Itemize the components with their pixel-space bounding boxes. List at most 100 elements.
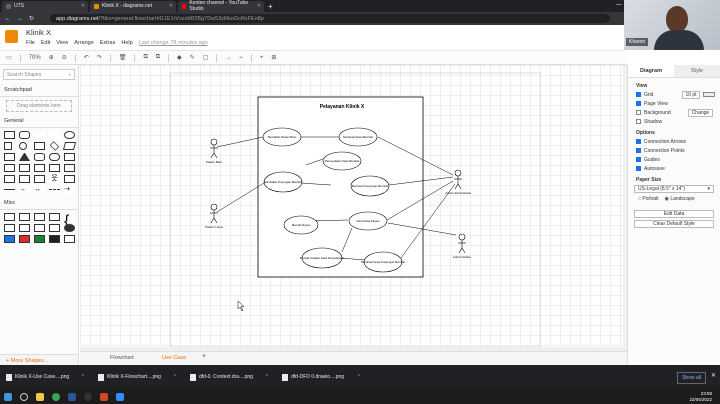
diagram-title[interactable]: Klinik X: [26, 28, 51, 37]
connection-points-checkbox[interactable]: [636, 148, 641, 153]
zoom-in-icon[interactable]: ⊕: [49, 54, 54, 61]
callout-shape[interactable]: [34, 175, 45, 183]
paper-size-select[interactable]: US-Legal (8.5" x 14") ▾: [634, 185, 714, 193]
close-icon[interactable]: ✕: [169, 3, 173, 9]
search-shapes-input[interactable]: Search Shapes ⌕: [3, 69, 75, 80]
shadow-option[interactable]: Shadow: [636, 118, 720, 125]
page-view-checkbox[interactable]: [636, 101, 641, 106]
zoom-out-icon[interactable]: ⊖: [62, 54, 67, 61]
landscape-option[interactable]: ◉ Landscape: [665, 196, 695, 202]
textbox-shape[interactable]: [49, 131, 60, 139]
diagram-canvas[interactable]: Pelayanan Klinik X Pasien Baru Pasien La…: [80, 65, 627, 351]
edit-data-button[interactable]: Edit Data: [634, 210, 714, 218]
connection-icon[interactable]: →: [225, 55, 231, 61]
close-icon[interactable]: ✕: [257, 3, 261, 9]
tab-style[interactable]: Style: [674, 65, 720, 77]
page-view-option[interactable]: Page View: [636, 100, 720, 107]
grid-size-input[interactable]: 10 pt: [682, 90, 700, 99]
tape-shape[interactable]: [64, 164, 75, 172]
link-shape[interactable]: [4, 224, 15, 232]
menu-help[interactable]: Help: [121, 40, 132, 46]
rectangle-shape[interactable]: [4, 131, 15, 139]
shadow-icon[interactable]: ▢: [203, 54, 209, 61]
scratchpad-header[interactable]: Scratchpad: [0, 84, 78, 97]
cloud-shape[interactable]: [49, 153, 60, 161]
cylinder-shape[interactable]: [34, 153, 45, 161]
usecase-membuat-kunjungan-berobat[interactable]: Membuat Kunjungan Berobat: [350, 175, 390, 197]
actor-shape[interactable]: 웃: [49, 175, 60, 183]
dotted-arrow-shape[interactable]: ⇢: [64, 186, 75, 194]
arrow-shape[interactable]: →: [19, 186, 30, 194]
bidirectional-arrow-shape[interactable]: ↔: [34, 186, 45, 194]
waypoints-icon[interactable]: ⌐: [239, 55, 243, 61]
last-change-link[interactable]: Last change 78 minutes ago: [139, 40, 208, 46]
dashed-line-shape[interactable]: [49, 186, 60, 190]
to-front-icon[interactable]: ⧉: [143, 54, 147, 61]
internal-storage-shape[interactable]: [4, 164, 15, 172]
usecase-mendaftar-pasien-baru[interactable]: Mendaftar Pasien Baru: [262, 127, 302, 147]
chrome-icon[interactable]: [52, 392, 60, 401]
grid-shape[interactable]: [19, 213, 30, 221]
clear-default-style-button[interactable]: Clear Default Style: [634, 220, 714, 228]
menu-view[interactable]: View: [56, 40, 68, 46]
actor-pasien-lama[interactable]: Pasien Lama: [205, 203, 223, 229]
page-tab-flowchart[interactable]: Flowchart: [110, 355, 134, 361]
general-header[interactable]: General: [0, 115, 78, 128]
hexagon-shape[interactable]: [4, 153, 15, 161]
page-tab-use-case[interactable]: Use Case: [162, 355, 186, 361]
guides-option[interactable]: Guides: [636, 156, 720, 163]
zoom-select[interactable]: 70%: [29, 55, 41, 61]
insert-icon[interactable]: +: [260, 55, 264, 61]
process-shape[interactable]: [34, 142, 45, 150]
autosave-checkbox[interactable]: [636, 166, 641, 171]
system-clock[interactable]: 23:59 22/05/2022: [689, 391, 712, 403]
ellipse-filled-shape[interactable]: [64, 224, 75, 232]
forward-icon[interactable]: →: [17, 16, 23, 22]
diamond-shape[interactable]: [49, 141, 60, 151]
tab-diagram[interactable]: Diagram: [628, 65, 674, 77]
black-shape[interactable]: [49, 235, 60, 243]
trapezoid-shape[interactable]: [49, 164, 60, 172]
or-shape[interactable]: [64, 175, 75, 183]
connection-arrows-option[interactable]: Connection Arrows: [636, 138, 720, 145]
background-checkbox[interactable]: [636, 110, 641, 115]
step-shape[interactable]: [34, 164, 45, 172]
actor-pasien-baru[interactable]: Pasien Baru: [206, 138, 223, 164]
grid-color-swatch[interactable]: [702, 92, 715, 97]
curly-bracket-shape[interactable]: {: [64, 213, 75, 230]
to-back-icon[interactable]: ⧉: [156, 54, 160, 61]
show-all-button[interactable]: Show all: [677, 372, 706, 384]
powerpoint-icon[interactable]: [100, 392, 108, 401]
add-page-icon[interactable]: +: [202, 353, 206, 360]
app-icon[interactable]: [116, 392, 124, 401]
new-tab-button[interactable]: +: [268, 2, 273, 11]
search-icon[interactable]: [20, 392, 28, 401]
document-shape[interactable]: [64, 153, 75, 161]
usecase-menulis-resep[interactable]: Menulis Resep: [283, 215, 319, 235]
chevron-up-icon[interactable]: ^: [174, 374, 176, 380]
triangle-shape[interactable]: [19, 153, 30, 161]
swimlane-shape[interactable]: [34, 224, 45, 232]
change-button[interactable]: Change: [687, 108, 714, 117]
word-icon[interactable]: [68, 392, 76, 401]
rounded-rectangle-shape[interactable]: [19, 131, 30, 139]
red-shape[interactable]: [19, 235, 30, 243]
usecase-membuat-kartu-berobat[interactable]: Membuat Kartu Berobat: [338, 127, 378, 147]
portrait-option[interactable]: ○ Portrait: [638, 196, 659, 202]
view-icon[interactable]: ▭: [6, 54, 12, 61]
white-shape[interactable]: [64, 235, 75, 243]
more-shapes-button[interactable]: + More Shapes...: [0, 354, 78, 365]
reload-icon[interactable]: ↻: [29, 15, 34, 22]
menu-arrange[interactable]: Arrange: [74, 40, 94, 46]
table-icon[interactable]: ⊞: [271, 54, 276, 61]
redo-icon[interactable]: ↷: [97, 54, 102, 61]
download-item[interactable]: dfd-DFD 0.drawio....png ^: [282, 373, 360, 381]
minimize-icon[interactable]: —: [616, 2, 622, 8]
close-icon[interactable]: ✕: [711, 372, 716, 379]
windows-start-icon[interactable]: [4, 392, 12, 401]
browser-tab-youtube[interactable]: Konten channel - YouTube Studio ✕: [178, 0, 264, 12]
blue-shape[interactable]: [4, 235, 15, 243]
menu-extras[interactable]: Extras: [100, 40, 116, 46]
table-shape[interactable]: [4, 213, 15, 221]
parallelogram-shape[interactable]: [62, 142, 77, 150]
